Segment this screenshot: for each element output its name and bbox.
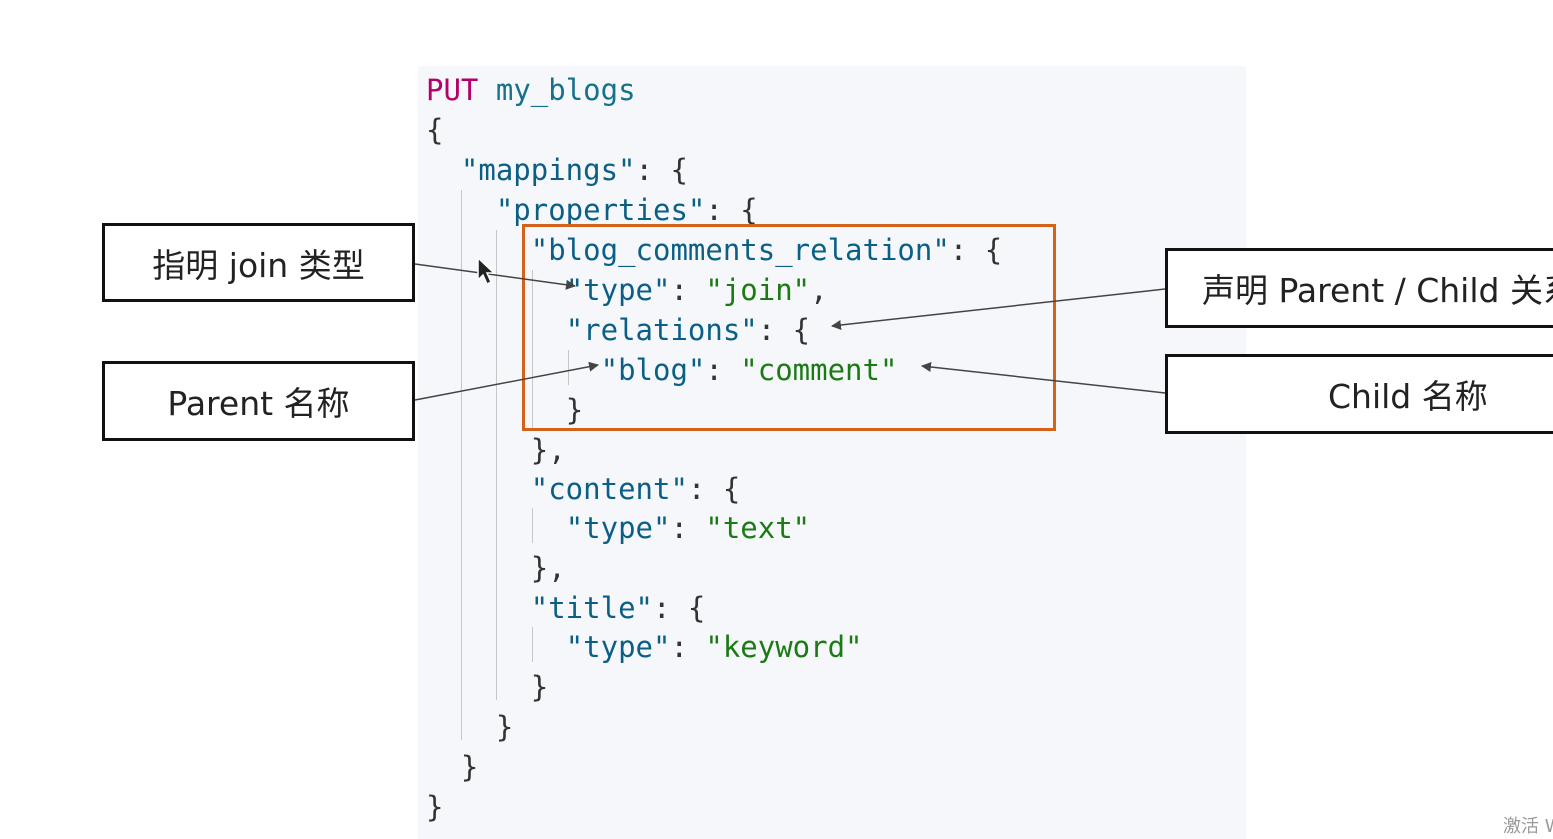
arrow-declare-relation (831, 288, 1166, 330)
arrow-parent-name (414, 361, 599, 401)
arrow-child-name (921, 362, 1166, 394)
mouse-cursor-icon (477, 256, 496, 286)
annotation-arrows (414, 263, 1166, 401)
activation-watermark: 激活 Windows (1503, 816, 1553, 837)
